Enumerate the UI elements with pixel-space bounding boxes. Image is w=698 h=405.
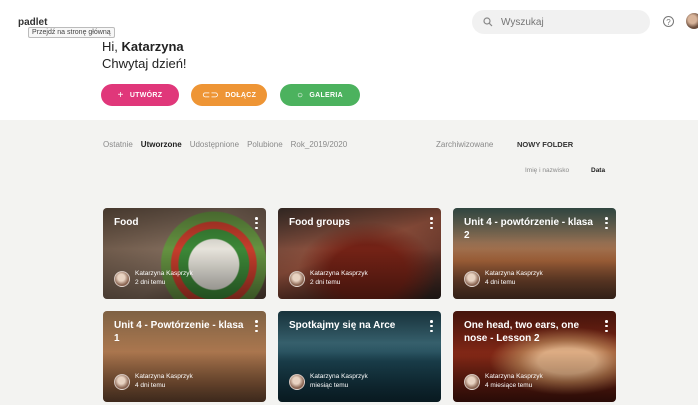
card-owner: Katarzyna Kasprzyk — [310, 373, 368, 380]
card-timestamp: 4 dni temu — [135, 382, 166, 389]
card-timestamp: miesiąc temu — [310, 382, 349, 389]
card-timestamp: 4 dni temu — [485, 279, 516, 286]
plus-icon: + — [117, 89, 124, 101]
create-label: UTWÓRZ — [129, 91, 163, 99]
sort-by-name[interactable]: Imię i nazwisko — [525, 167, 569, 174]
card-title: Food — [114, 217, 139, 228]
card-timestamp: 2 dni temu — [310, 279, 341, 286]
card-owner: Katarzyna Kasprzyk — [485, 373, 543, 380]
padlet-card[interactable]: One head, two ears, one nose - Lesson 2 … — [453, 311, 616, 402]
padlet-card[interactable]: Food groups Katarzyna Kasprzyk 2 dni tem… — [278, 208, 441, 299]
gallery-label: GALERIA — [309, 91, 343, 99]
more-menu-icon[interactable] — [255, 320, 258, 332]
owner-avatar — [114, 271, 130, 287]
link-icon: ⊂⊃ — [201, 89, 220, 101]
tab-liked[interactable]: Polubione — [247, 140, 283, 149]
card-timestamp: 4 miesiące temu — [485, 382, 533, 389]
header: padlet Przejdź na stronę główną ? Hi, Ka… — [0, 0, 698, 120]
more-menu-icon[interactable] — [430, 217, 433, 229]
card-owner: Katarzyna Kasprzyk — [135, 270, 193, 277]
search-icon — [483, 17, 493, 27]
padlet-card[interactable]: Spotkajmy się na Arce Katarzyna Kasprzyk… — [278, 311, 441, 402]
user-avatar[interactable] — [686, 13, 698, 29]
tab-recent[interactable]: Ostatnie — [103, 140, 133, 149]
search-input[interactable] — [499, 15, 623, 29]
more-menu-icon[interactable] — [605, 320, 608, 332]
owner-avatar — [289, 374, 305, 390]
help-icon[interactable]: ? — [663, 16, 674, 27]
padlet-card[interactable]: Unit 4 - Powtórzenie - klasa 1 Katarzyna… — [103, 311, 266, 402]
tab-archived[interactable]: Zarchiwizowane — [436, 140, 493, 149]
card-title: Spotkajmy się na Arce — [289, 320, 396, 331]
owner-avatar — [289, 271, 305, 287]
more-menu-icon[interactable] — [605, 217, 608, 229]
owner-avatar — [464, 374, 480, 390]
greeting-title: Hi, Katarzyna — [102, 39, 184, 54]
home-tooltip: Przejdź na stronę główną — [28, 27, 115, 38]
tab-folder-2019[interactable]: Rok_2019/2020 — [291, 140, 348, 149]
more-menu-icon[interactable] — [430, 320, 433, 332]
join-label: DOŁĄCZ — [225, 91, 257, 99]
tab-shared[interactable]: Udostępnione — [190, 140, 239, 149]
padlet-card[interactable]: Food Katarzyna Kasprzyk 2 dni temu — [103, 208, 266, 299]
search-box[interactable] — [472, 10, 650, 34]
card-title: Unit 4 - powtórzenie - klasa 2 — [464, 217, 593, 241]
more-menu-icon[interactable] — [255, 217, 258, 229]
card-owner: Katarzyna Kasprzyk — [135, 373, 193, 380]
card-owner: Katarzyna Kasprzyk — [310, 270, 368, 277]
owner-avatar — [464, 271, 480, 287]
greeting-subtitle: Chwytaj dzień! — [102, 56, 187, 71]
tab-created[interactable]: Utworzone — [141, 140, 182, 149]
sort-by-date[interactable]: Data — [591, 167, 605, 174]
join-button[interactable]: ⊂⊃ DOŁĄCZ — [191, 84, 267, 106]
card-timestamp: 2 dni temu — [135, 279, 166, 286]
create-button[interactable]: + UTWÓRZ — [101, 84, 179, 106]
greeting-name: Katarzyna — [121, 39, 184, 54]
card-title: Food groups — [289, 217, 351, 228]
lightbulb-icon: ○ — [297, 89, 304, 101]
owner-avatar — [114, 374, 130, 390]
card-title: Unit 4 - Powtórzenie - klasa 1 — [114, 320, 244, 344]
padlet-card[interactable]: Unit 4 - powtórzenie - klasa 2 Katarzyna… — [453, 208, 616, 299]
new-folder-button[interactable]: NOWY FOLDER — [517, 140, 573, 149]
card-title: One head, two ears, one nose - Lesson 2 — [464, 320, 580, 344]
card-owner: Katarzyna Kasprzyk — [485, 270, 543, 277]
filter-tabs: Ostatnie Utworzone Udostępnione Polubion… — [103, 140, 355, 149]
gallery-button[interactable]: ○ GALERIA — [280, 84, 360, 106]
greeting-hi: Hi, — [102, 39, 118, 54]
